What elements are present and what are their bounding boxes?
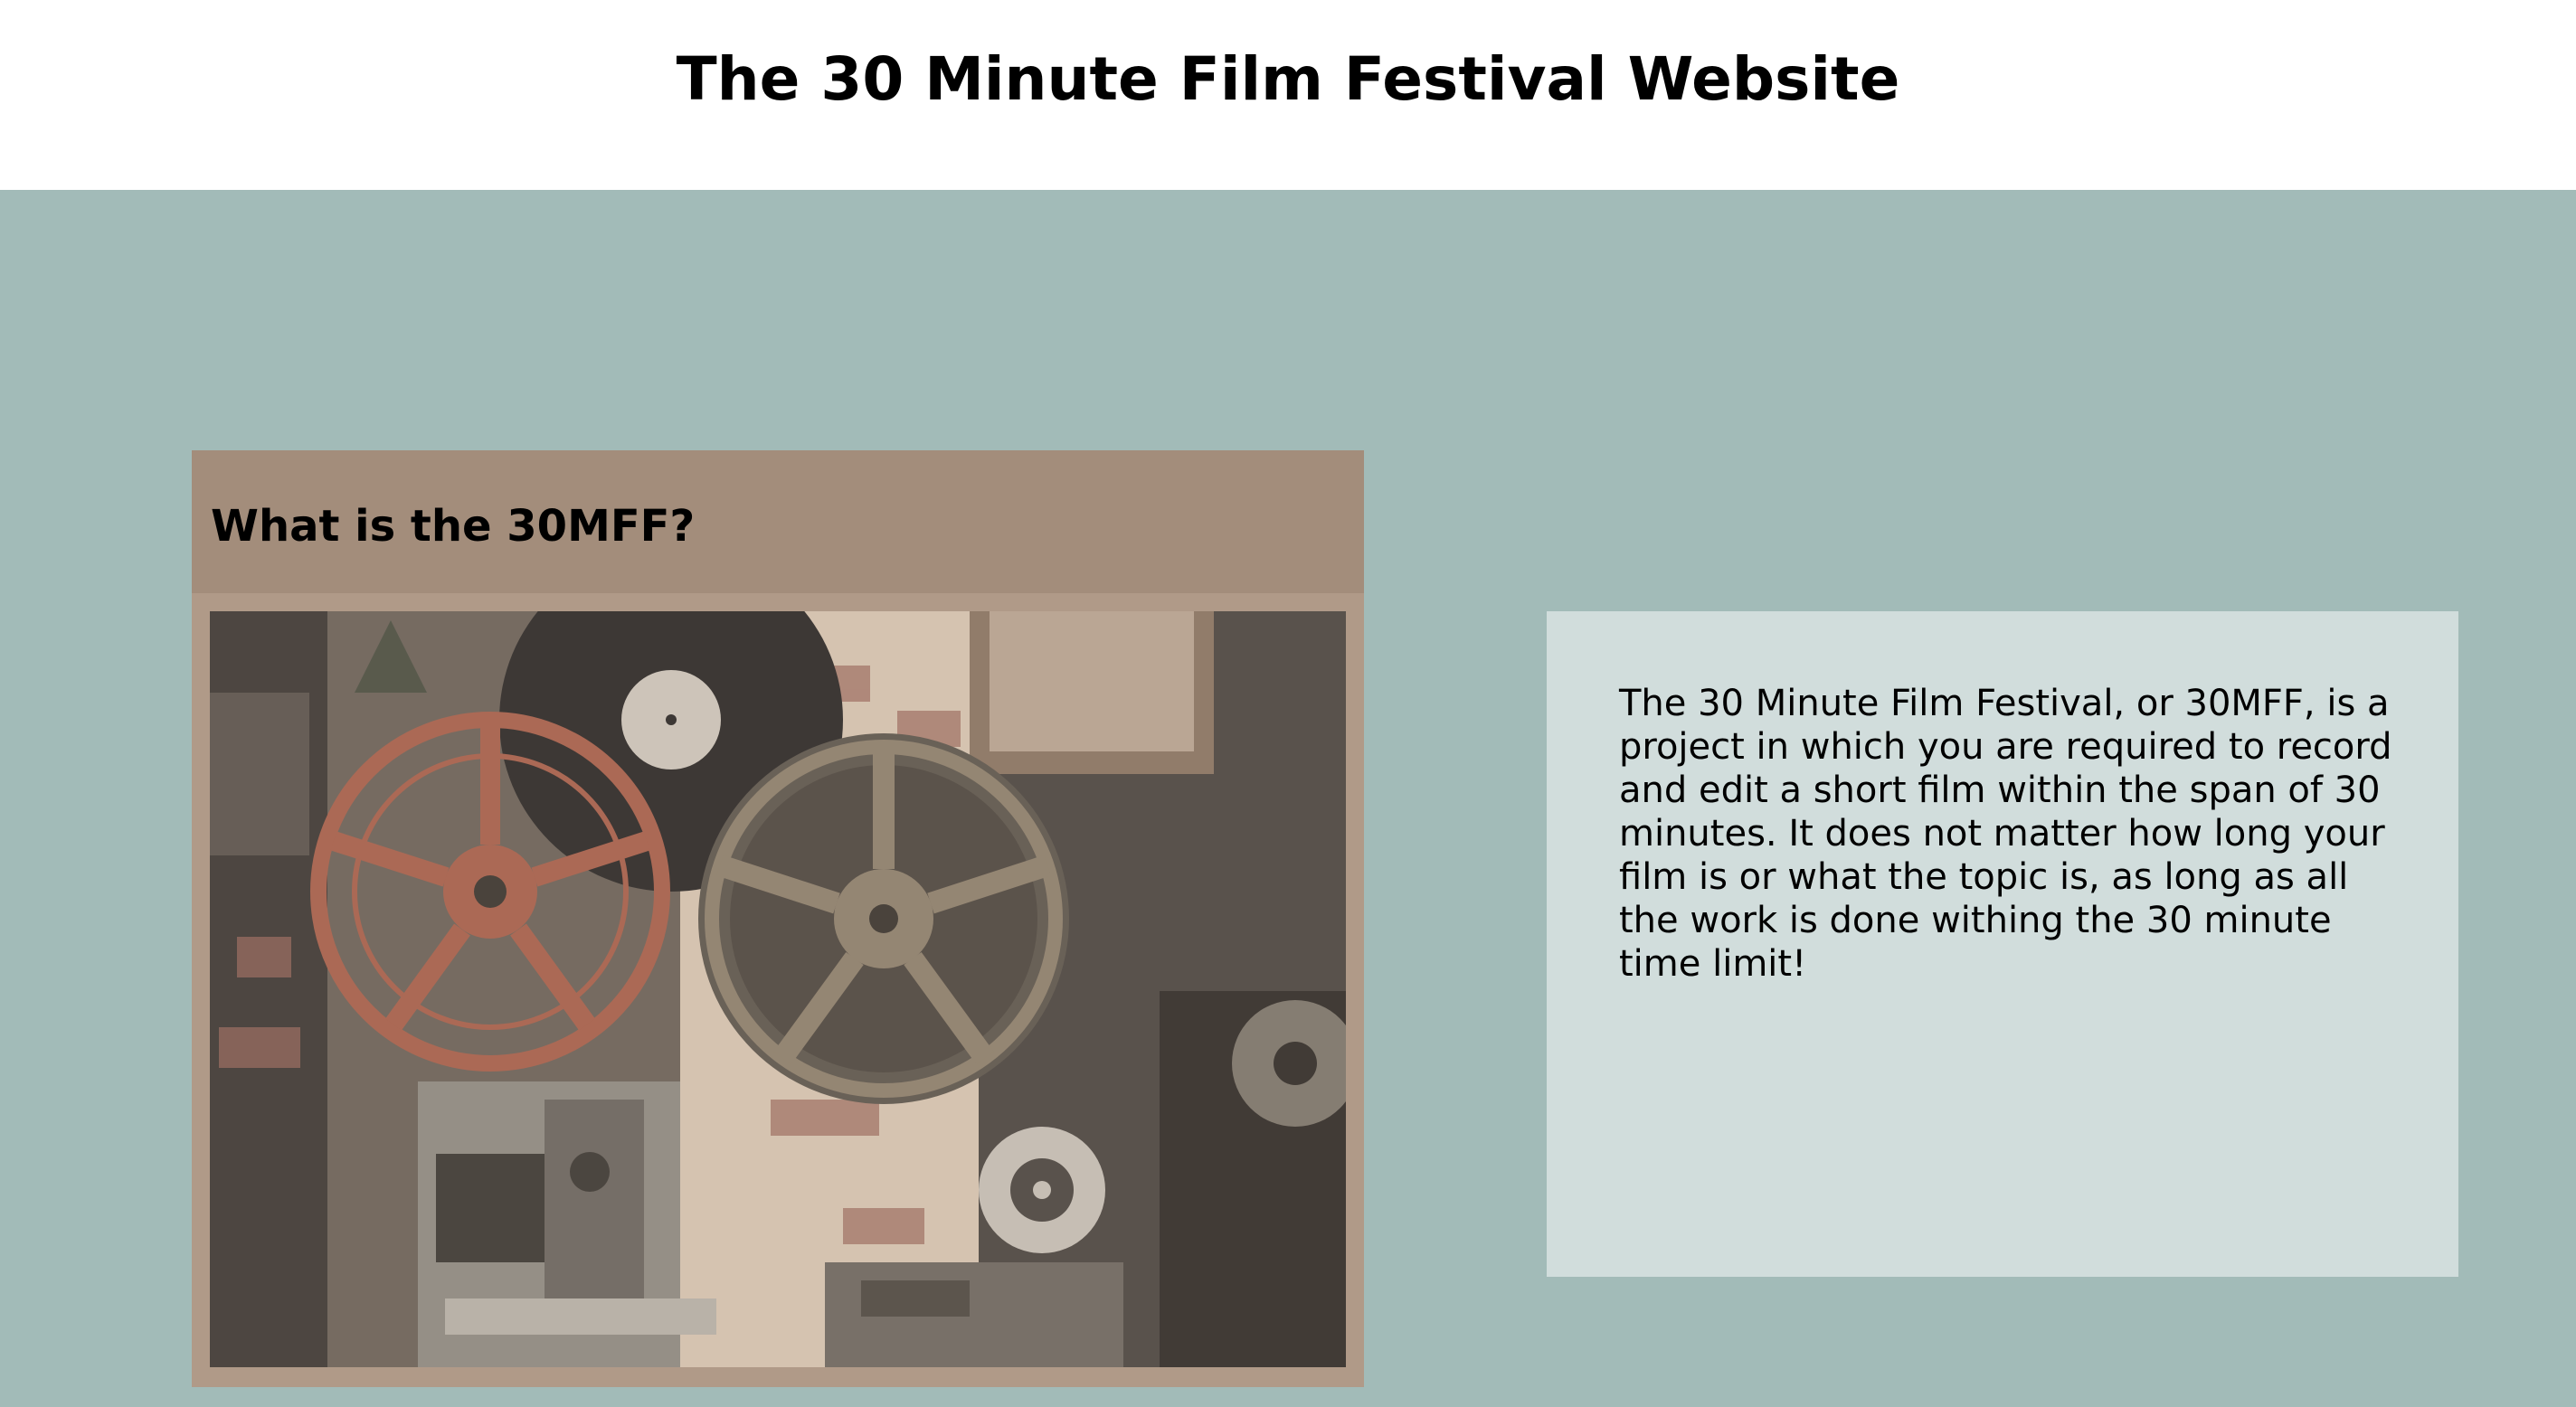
info-card: What is the 30MFF? — [192, 450, 1364, 1387]
main-section: What is the 30MFF? The 30 Minute Film Fe… — [0, 190, 2576, 1407]
description-panel: The 30 Minute Film Festival, or 30MFF, i… — [1547, 611, 2458, 1277]
film-reels-photo — [210, 611, 1346, 1367]
card-heading: What is the 30MFF? — [211, 501, 696, 552]
description-text: The 30 Minute Film Festival, or 30MFF, i… — [1619, 683, 2392, 985]
card-header: What is the 30MFF? — [192, 450, 1364, 593]
page-title: The 30 Minute Film Festival Website — [676, 44, 1900, 114]
site-header: The 30 Minute Film Festival Website — [0, 0, 2576, 190]
